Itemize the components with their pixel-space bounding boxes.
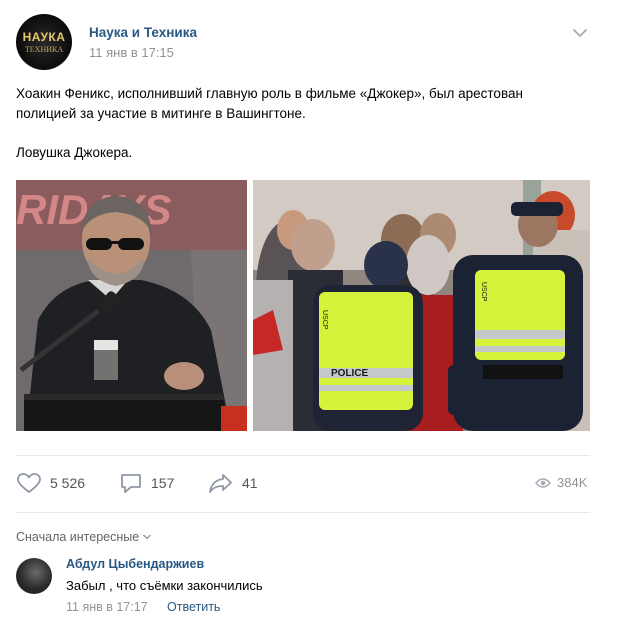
comments-sort-dropdown[interactable]: Сначала интересные — [16, 530, 152, 544]
likes-count: 5 526 — [50, 475, 86, 491]
vest-badge-text: USCP — [480, 282, 487, 302]
post-photo-arrest[interactable]: POLICE USCP USCP — [253, 180, 590, 431]
comments-count: 157 — [151, 475, 175, 491]
comment-timestamp[interactable]: 11 янв в 17:17 — [66, 600, 148, 614]
share-arrow-icon — [209, 474, 232, 493]
comment-reply-link[interactable]: Ответить — [167, 600, 220, 614]
divider — [16, 512, 590, 513]
divider — [16, 455, 590, 456]
avatar-logo-text: НАУКА — [22, 30, 66, 44]
share-button[interactable]: 41 — [208, 472, 258, 494]
post-text: Хоакин Феникс, исполнивший главную роль … — [16, 84, 606, 163]
comment-text: Забыл , что съёмки закончились — [66, 578, 263, 593]
avatar-logo-subtext: ТЕХНИКА — [24, 45, 64, 54]
shares-count: 41 — [242, 475, 258, 491]
post-photo-speaker[interactable]: RIDAYS — [16, 180, 247, 431]
comment-author-name[interactable]: Абдул Цыбендаржиев — [66, 557, 204, 571]
group-name-link[interactable]: Наука и Техника — [89, 25, 197, 40]
comment-button[interactable]: 157 — [119, 472, 174, 494]
comments-sort-label: Сначала интересные — [16, 530, 140, 544]
chevron-down-icon — [143, 534, 152, 540]
eye-icon — [535, 477, 551, 488]
views-count: 384K — [557, 475, 588, 490]
vest-badge-text: USCP — [321, 310, 328, 330]
post-text-line: полицией за участие в митинге в Вашингто… — [16, 106, 306, 121]
post-text-line: Хоакин Феникс, исполнивший главную роль … — [16, 86, 523, 101]
post-timestamp[interactable]: 11 янв в 17:15 — [89, 45, 174, 60]
post-text-line: Ловушка Джокера. — [16, 145, 133, 160]
comment-author-avatar[interactable] — [16, 558, 52, 594]
heart-icon — [17, 473, 41, 493]
like-button[interactable]: 5 526 — [16, 472, 85, 494]
views-counter: 384K — [535, 475, 587, 490]
group-avatar[interactable]: НАУКА ТЕХНИКА — [16, 14, 72, 70]
police-vest-text: POLICE — [331, 368, 369, 379]
post-menu-chevron-icon[interactable] — [570, 23, 590, 43]
comment-icon — [121, 474, 141, 493]
